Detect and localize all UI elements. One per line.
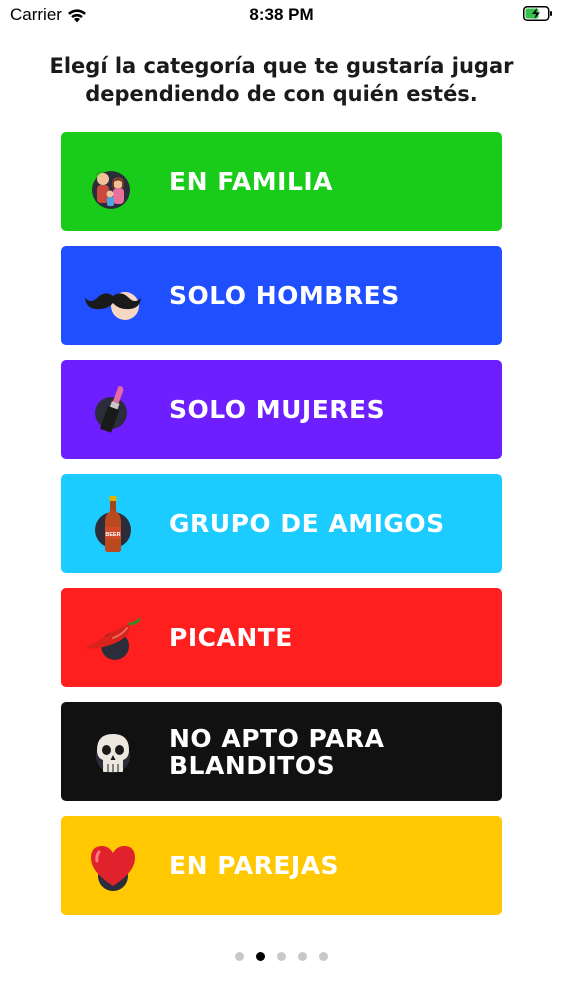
- page-dot[interactable]: [277, 952, 286, 961]
- page-dot[interactable]: [298, 952, 307, 961]
- category-label: NO APTO PARA BLANDITOS: [169, 723, 385, 780]
- family-icon: [92, 170, 130, 209]
- screen: Carrier 8:38 PM Elegí la categoría que t…: [0, 0, 563, 1000]
- battery-charging-icon: [523, 6, 552, 21]
- beer-label-text: BEER: [105, 532, 120, 538]
- category-picante[interactable]: PICANTE: [61, 588, 502, 687]
- category-list: EN FAMILIA SOLO HOMBRES SOLO MUJERES BEE…: [61, 132, 502, 930]
- page-title: Elegí la categoría que te gustaría jugar…: [49, 54, 514, 106]
- category-grupo-de-amigos[interactable]: BEER GRUPO DE AMIGOS: [61, 474, 502, 573]
- category-label: GRUPO DE AMIGOS: [169, 509, 445, 538]
- category-en-parejas[interactable]: EN PAREJAS: [61, 816, 502, 915]
- lipstick-icon: [95, 385, 127, 432]
- chili-pepper-icon: [85, 618, 141, 660]
- category-en-familia[interactable]: EN FAMILIA: [61, 132, 502, 231]
- skull-icon: [96, 733, 130, 773]
- category-solo-mujeres[interactable]: SOLO MUJERES: [61, 360, 502, 459]
- status-bar: Carrier 8:38 PM: [0, 0, 563, 30]
- page-dot[interactable]: [256, 952, 265, 961]
- category-label: EN PAREJAS: [169, 851, 340, 880]
- category-solo-hombres[interactable]: SOLO HOMBRES: [61, 246, 502, 345]
- beer-bottle-icon: BEER: [95, 495, 131, 552]
- mustache-icon: [85, 291, 141, 320]
- heart-icon: [91, 845, 135, 891]
- category-label: SOLO MUJERES: [169, 395, 386, 424]
- category-label: PICANTE: [169, 623, 293, 652]
- status-time: 8:38 PM: [249, 5, 314, 24]
- category-no-apto-para-blanditos[interactable]: NO APTO PARA BLANDITOS: [61, 702, 502, 801]
- page-dot[interactable]: [319, 952, 328, 961]
- category-label: EN FAMILIA: [169, 167, 334, 196]
- page-indicator[interactable]: [0, 952, 563, 961]
- category-label: SOLO HOMBRES: [169, 281, 400, 310]
- page-dot[interactable]: [235, 952, 244, 961]
